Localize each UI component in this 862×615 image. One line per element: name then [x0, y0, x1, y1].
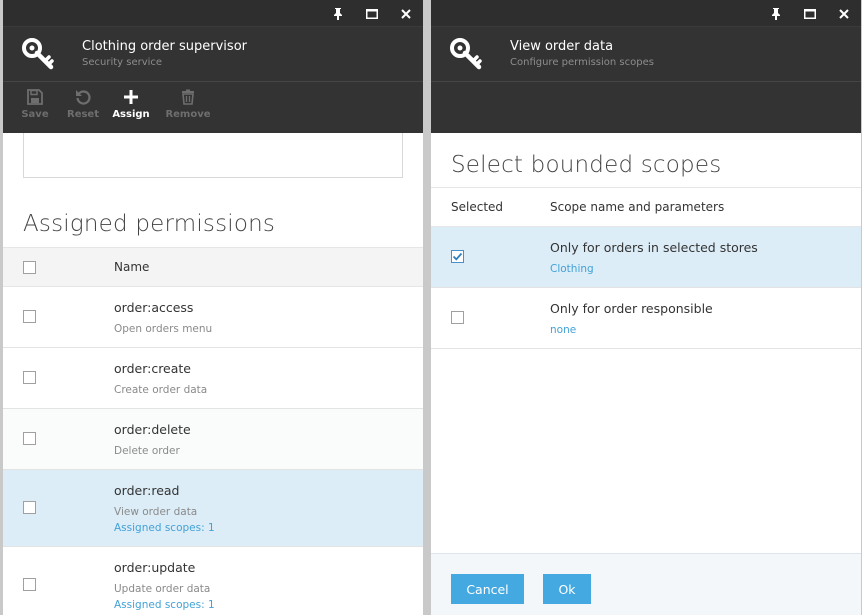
ok-button[interactable]: Ok	[543, 574, 591, 604]
save-label: Save	[21, 109, 49, 120]
table-header: Selected Scope name and parameters	[431, 187, 861, 227]
row-checkbox[interactable]	[23, 501, 36, 514]
permission-description: Open orders menu	[114, 323, 213, 335]
scopes-blade: View order data Configure permission sco…	[431, 0, 861, 615]
scope-checkbox[interactable]	[451, 311, 464, 324]
blade-toolbar	[431, 81, 861, 133]
permission-name: order:read	[114, 483, 180, 498]
blade-subtitle: Security service	[82, 57, 163, 68]
assign-label: Assign	[112, 109, 150, 120]
section-title: Select bounded scopes	[451, 152, 722, 178]
table-row[interactable]: order:create Create order data	[3, 348, 423, 409]
cancel-button[interactable]: Cancel	[451, 574, 524, 604]
column-header-name: Name	[114, 260, 150, 274]
row-checkbox[interactable]	[23, 432, 36, 445]
maximize-icon[interactable]	[793, 0, 827, 27]
table-row[interactable]: order:delete Delete order	[3, 409, 423, 470]
permission-name: order:access	[114, 300, 194, 315]
table-row[interactable]: Only for orders in selected stores Cloth…	[431, 227, 861, 288]
blade-titlebar	[431, 0, 861, 27]
row-checkbox[interactable]	[23, 371, 36, 384]
scope-name: Only for orders in selected stores	[550, 240, 758, 255]
blade-subtitle: Configure permission scopes	[510, 57, 654, 68]
close-icon[interactable]	[827, 0, 861, 27]
scope-checkbox[interactable]	[451, 250, 464, 263]
column-header-selected: Selected	[451, 200, 504, 214]
key-icon	[449, 37, 483, 75]
scope-parameter-link[interactable]: none	[550, 324, 576, 336]
table-row[interactable]: Only for order responsible none	[431, 288, 861, 349]
blade-header: View order data Configure permission sco…	[431, 27, 861, 81]
save-icon	[27, 89, 43, 105]
description-textarea[interactable]	[23, 133, 403, 178]
row-checkbox[interactable]	[23, 578, 36, 591]
remove-label: Remove	[165, 109, 211, 120]
reset-label: Reset	[67, 109, 99, 120]
trash-icon	[182, 89, 194, 105]
reset-button[interactable]: Reset	[59, 82, 107, 134]
key-icon	[21, 37, 55, 75]
blade-toolbar: Save Reset Assign Remove	[3, 81, 423, 133]
permission-description: Update order data	[114, 583, 211, 595]
permission-description: Delete order	[114, 445, 180, 457]
blade-footer: Cancel Ok	[431, 553, 861, 615]
permission-name: order:create	[114, 361, 192, 376]
permission-description: View order data	[114, 506, 198, 518]
permission-name: order:update	[114, 560, 196, 575]
blade-title: Clothing order supervisor	[82, 39, 247, 54]
table-row[interactable]: order:access Open orders menu	[3, 287, 423, 348]
reset-icon	[76, 90, 91, 105]
table-header: Name	[3, 247, 423, 287]
blade-title: View order data	[510, 39, 614, 54]
blade-header: Clothing order supervisor Security servi…	[3, 27, 423, 81]
save-button[interactable]: Save	[11, 82, 59, 134]
close-icon[interactable]	[389, 0, 423, 27]
pin-icon[interactable]	[759, 0, 793, 27]
assigned-scopes-link[interactable]: Assigned scopes: 1	[114, 599, 215, 611]
maximize-icon[interactable]	[355, 0, 389, 27]
assign-button[interactable]: Assign	[107, 82, 155, 134]
section-title: Assigned permissions	[23, 211, 276, 237]
pin-icon[interactable]	[321, 0, 355, 27]
checkmark-icon	[452, 252, 463, 261]
table-row[interactable]: order:read View order data Assigned scop…	[3, 470, 423, 547]
remove-button[interactable]: Remove	[155, 82, 221, 134]
scope-name: Only for order responsible	[550, 301, 713, 316]
blade-titlebar	[3, 0, 423, 27]
blade-divider	[423, 0, 431, 615]
assigned-scopes-link[interactable]: Assigned scopes: 1	[114, 522, 215, 534]
permissions-blade: Clothing order supervisor Security servi…	[3, 0, 423, 615]
row-checkbox[interactable]	[23, 310, 36, 323]
plus-icon	[124, 90, 138, 104]
select-all-checkbox[interactable]	[23, 261, 36, 274]
scope-parameter-link[interactable]: Clothing	[550, 263, 594, 275]
table-row[interactable]: order:update Update order data Assigned …	[3, 547, 423, 615]
permission-description: Create order data	[114, 384, 208, 396]
column-header-scope: Scope name and parameters	[550, 200, 725, 214]
permission-name: order:delete	[114, 422, 191, 437]
